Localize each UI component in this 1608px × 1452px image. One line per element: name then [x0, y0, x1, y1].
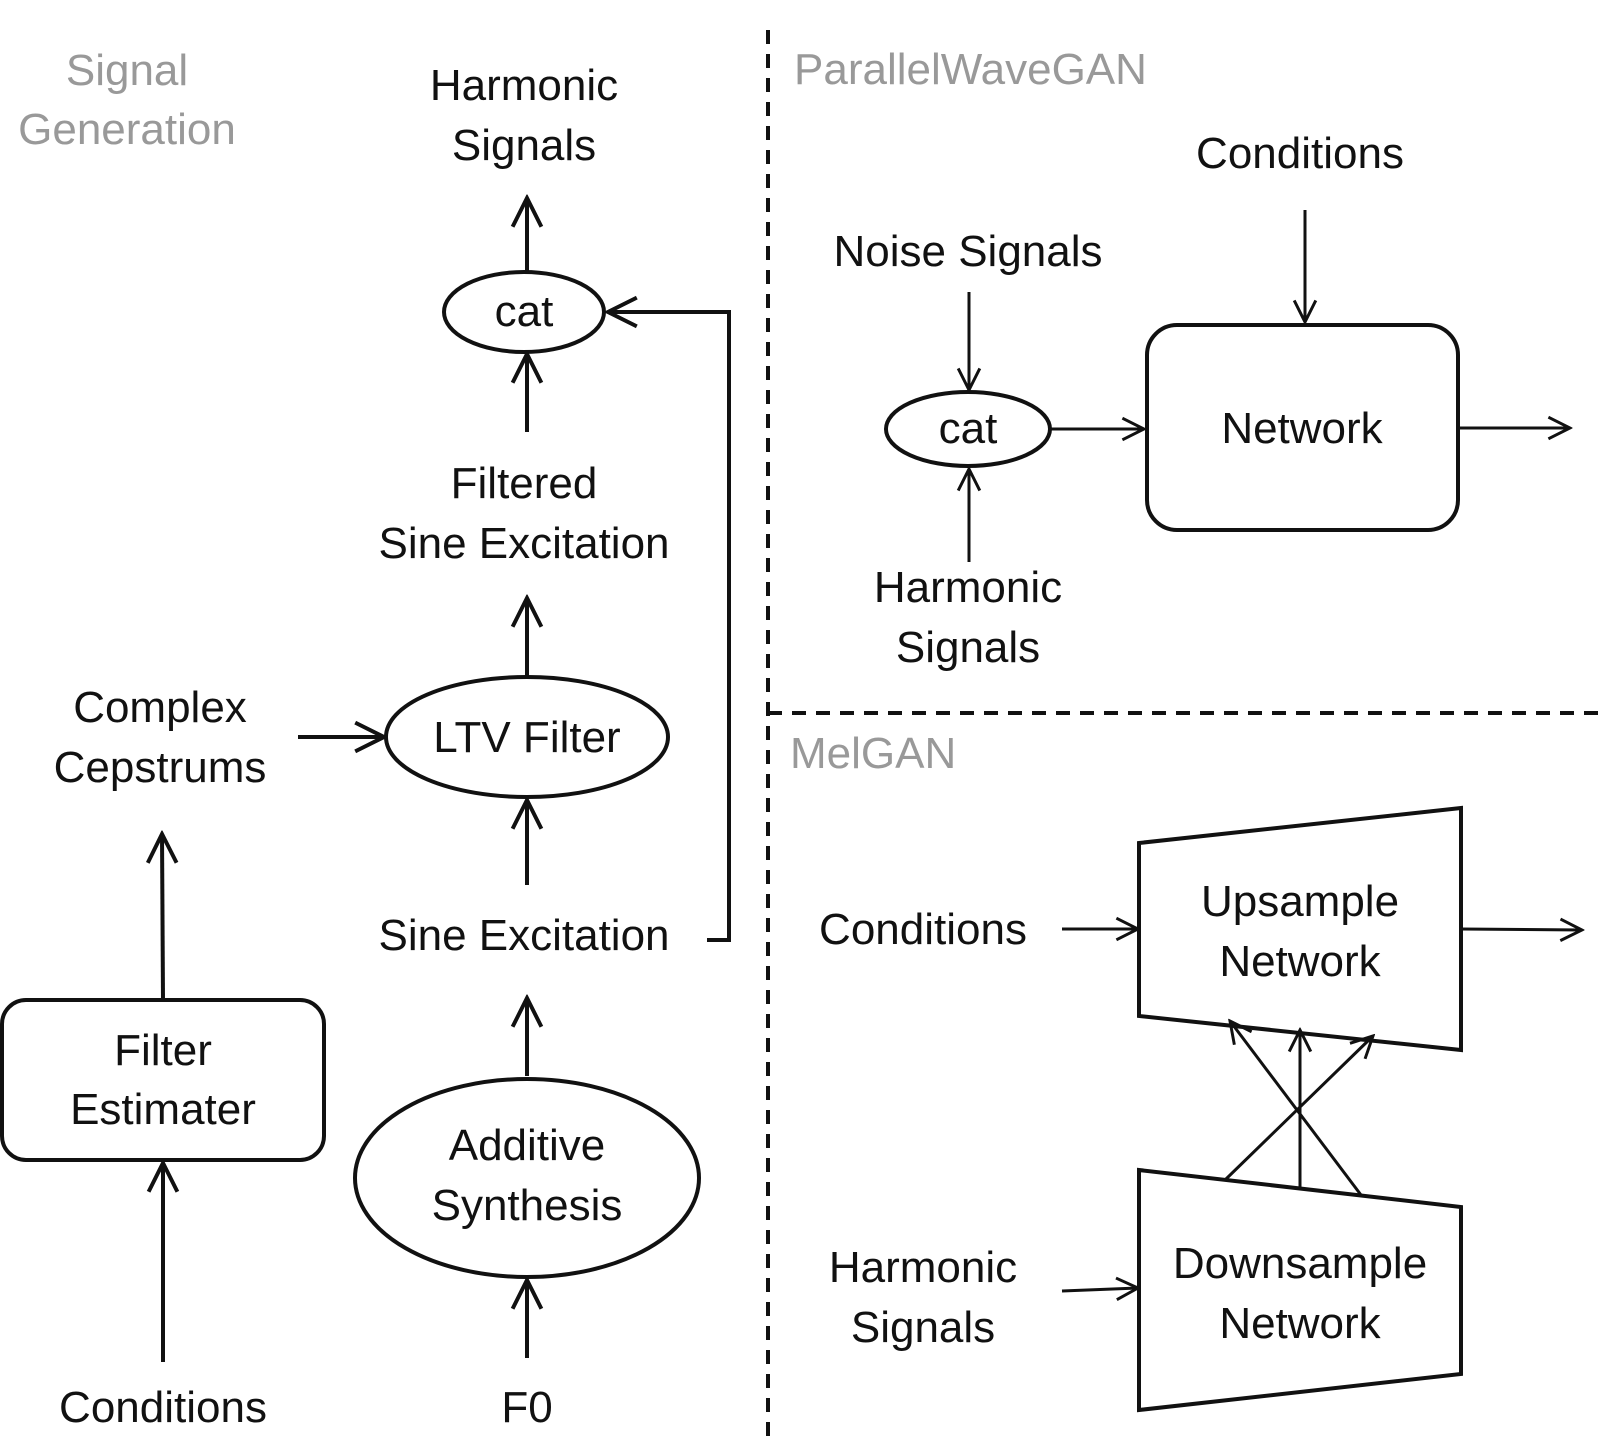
- conditions-input-label: Conditions: [59, 1383, 267, 1432]
- filtered-sine-excitation-label: Filtered: [451, 459, 598, 508]
- parallel-wavegan-section: ParallelWaveGAN Conditions Noise Signals…: [794, 45, 1570, 672]
- melgan-harmonic-signals-label-2: Signals: [851, 1303, 995, 1352]
- pwg-harmonic-signals-label: Harmonic: [874, 563, 1062, 612]
- cat-node-pwg-label: cat: [939, 404, 998, 453]
- f0-input-label: F0: [501, 1383, 552, 1432]
- melgan-harmonic-signals-label: Harmonic: [829, 1243, 1017, 1292]
- arrow-sine-bypass-to-cat: [608, 312, 731, 942]
- section-label-signal-generation: Signal: [66, 46, 188, 95]
- network-label: Network: [1221, 404, 1383, 453]
- filter-estimater-label-2: Estimater: [70, 1085, 256, 1134]
- upsample-network-label-2: Network: [1219, 937, 1381, 986]
- upsample-network-shape: [1137, 805, 1463, 1053]
- complex-cepstrums-label: Complex: [73, 683, 247, 732]
- filtered-sine-excitation-label-2: Sine Excitation: [378, 519, 669, 568]
- cat-node-signal-label: cat: [495, 287, 554, 336]
- ltv-filter-label: LTV Filter: [433, 713, 620, 762]
- sine-excitation-label: Sine Excitation: [378, 911, 669, 960]
- architecture-diagram: Signal Generation Harmonic Signals cat F…: [0, 30, 1608, 1440]
- harmonic-signals-output-label: Harmonic: [430, 61, 618, 110]
- melgan-conditions-label: Conditions: [819, 905, 1027, 954]
- section-label-signal-generation-2: Generation: [18, 105, 236, 154]
- upsample-network-label: Upsample: [1201, 877, 1399, 926]
- downsample-network-shape: [1137, 1167, 1463, 1413]
- pwg-conditions-label: Conditions: [1196, 129, 1404, 178]
- additive-synthesis-node: [353, 1077, 701, 1279]
- harmonic-signals-output-label-2: Signals: [452, 121, 596, 170]
- arrow-filter-estimater-to-cepstrums: [162, 834, 163, 1001]
- skip-connection-left: [1230, 1021, 1363, 1196]
- pwg-harmonic-signals-label-2: Signals: [896, 623, 1040, 672]
- downsample-network-label: Downsample: [1173, 1239, 1427, 1288]
- arrow-upsample-output: [1460, 929, 1582, 930]
- additive-synthesis-label-2: Synthesis: [432, 1181, 623, 1230]
- noise-signals-label: Noise Signals: [833, 227, 1102, 276]
- filter-estimater-label: Filter: [114, 1026, 212, 1075]
- section-label-parallel-wavegan: ParallelWaveGAN: [794, 45, 1147, 94]
- complex-cepstrums-label-2: Cepstrums: [54, 743, 267, 792]
- downsample-network-label-2: Network: [1219, 1299, 1381, 1348]
- filter-estimater-box: [0, 998, 326, 1162]
- melgan-section: MelGAN Conditions Upsample Network Downs…: [790, 729, 1582, 1413]
- section-label-melgan: MelGAN: [790, 729, 956, 778]
- additive-synthesis-label: Additive: [449, 1121, 606, 1170]
- arrow-harmonic-to-downsample: [1061, 1288, 1138, 1291]
- signal-generation-section: Signal Generation Harmonic Signals cat F…: [0, 46, 731, 1432]
